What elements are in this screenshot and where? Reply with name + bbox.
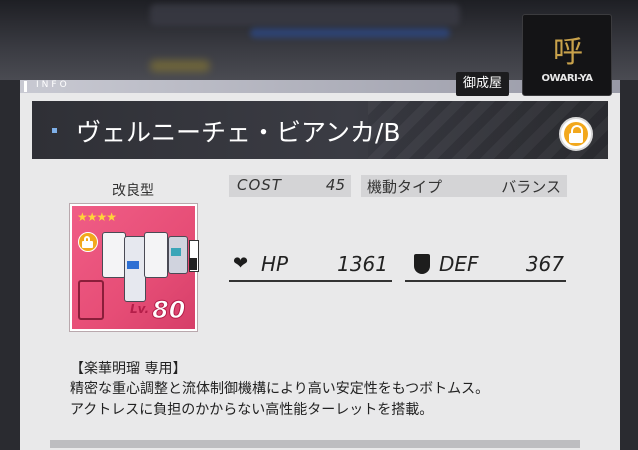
description-line-2: アクトレスに負担のかからない高性能ターレットを搭載。 [70, 402, 434, 418]
cost-value: 45 [325, 176, 345, 194]
hp-row: ❤ HP 1361 [229, 250, 392, 282]
mech-accent-teal [171, 248, 181, 256]
def-label: DEF [439, 252, 479, 276]
lock-button[interactable] [559, 117, 593, 151]
card-side-tab-dark [189, 258, 197, 270]
mobility-box: 機動タイプ バランス [361, 175, 567, 197]
cost-label: COST [237, 176, 282, 194]
mech-part-left [102, 232, 126, 278]
mobility-label: 機動タイプ [367, 178, 443, 196]
logo-text: OWARI-YA [541, 73, 593, 84]
exclusive-label: 【楽華明瑠 専用】 [70, 361, 187, 377]
mobility-value: バランス [501, 178, 561, 196]
unit-type-label: 改良型 [112, 183, 154, 199]
mech-part-center [124, 236, 146, 302]
unit-card[interactable]: ★★★★ Lv. 80 [70, 204, 197, 331]
mech-legs-outline [78, 280, 104, 320]
def-value: 367 [525, 252, 564, 276]
hp-value: 1361 [337, 252, 388, 276]
heart-icon: ❤ [233, 253, 249, 274]
maker-logo: 呼 OWARI-YA [522, 14, 612, 96]
def-row: DEF 367 [405, 250, 566, 282]
background-blur-tag [150, 60, 210, 72]
hp-label: HP [261, 252, 289, 276]
mech-part-right [144, 232, 168, 278]
level-label: Lv. [130, 302, 150, 316]
logo-mark: 呼 [553, 35, 583, 70]
name-bullet [52, 128, 57, 133]
bottom-strip [50, 440, 580, 448]
mech-accent-blue [127, 261, 139, 269]
unit-name: ヴェルニーチェ・ビアンカ/B [76, 118, 401, 147]
card-lock-icon [78, 232, 98, 252]
shield-icon [414, 254, 430, 274]
cost-box: COST 45 [229, 175, 351, 197]
level-value: 80 [151, 296, 186, 325]
maker-tag: 御成屋 [456, 72, 510, 96]
rarity-stars: ★★★★ [77, 210, 117, 224]
background-blur-subtitle [250, 28, 450, 38]
lock-icon [564, 122, 588, 146]
info-label: INFO [36, 80, 70, 90]
info-bar-marker [24, 81, 27, 92]
description-line-1: 精密な重心調整と流体制御機構により高い安定性をもつボトムス。 [70, 381, 490, 397]
background-blur-title [150, 4, 460, 26]
